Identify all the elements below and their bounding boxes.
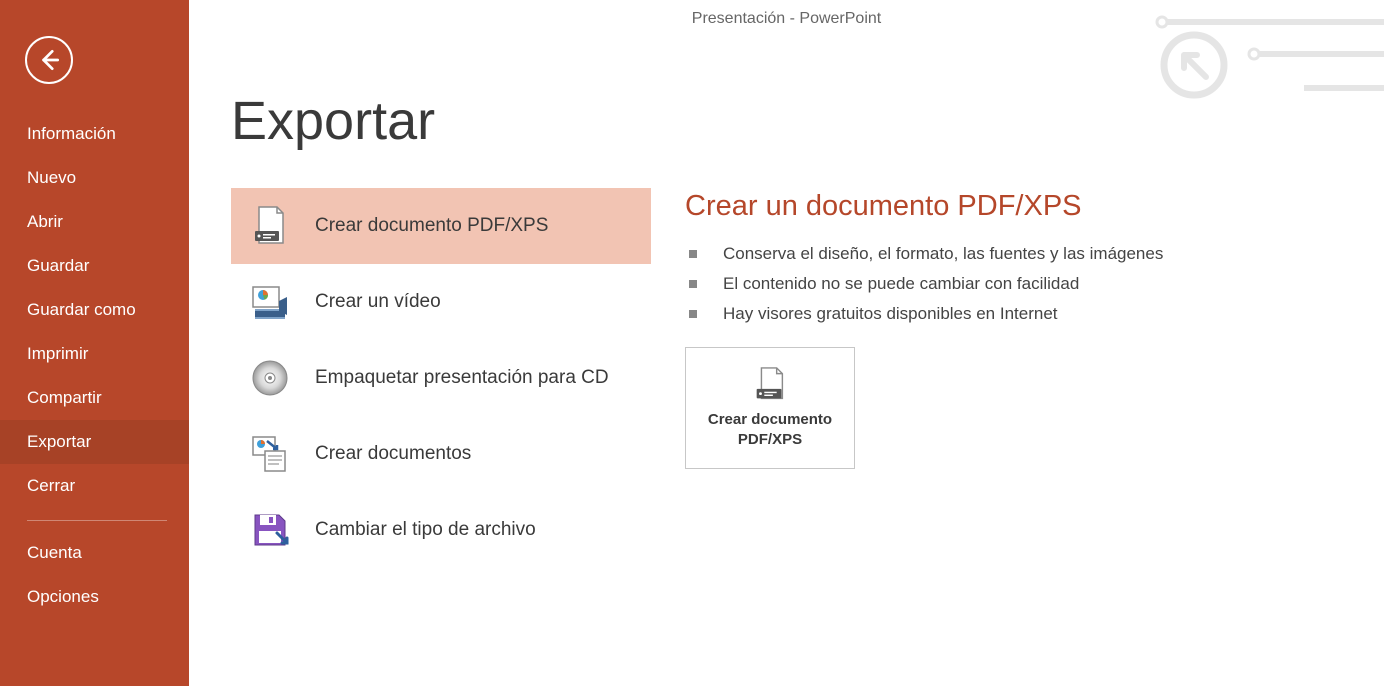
back-button[interactable]: [25, 36, 73, 84]
save-as-icon: [249, 509, 291, 551]
nav-divider: [27, 520, 167, 521]
nav-list: Información Nuevo Abrir Guardar Guardar …: [0, 84, 189, 619]
cd-icon: [249, 357, 291, 399]
backstage-sidebar: Información Nuevo Abrir Guardar Guardar …: [0, 0, 189, 686]
export-options-list: Crear documento PDF/XPS Crear un vídeo: [231, 188, 651, 568]
export-option-label: Cambiar el tipo de archivo: [315, 518, 536, 543]
arrow-left-icon: [36, 47, 62, 73]
export-option-pdf-xps[interactable]: Crear documento PDF/XPS: [231, 188, 651, 264]
nav-item-imprimir[interactable]: Imprimir: [0, 332, 189, 376]
create-pdf-xps-button[interactable]: Crear documento PDF/XPS: [685, 347, 855, 469]
pdf-document-icon: [750, 366, 790, 402]
detail-bullet: Hay visores gratuitos disponibles en Int…: [685, 299, 1364, 329]
main-area: Presentación - PowerPoint Exportar: [189, 0, 1384, 686]
nav-item-cuenta[interactable]: Cuenta: [0, 531, 189, 575]
export-option-handouts[interactable]: Crear documentos: [231, 416, 651, 492]
export-option-label: Crear documento PDF/XPS: [315, 214, 548, 239]
export-option-video[interactable]: Crear un vídeo: [231, 264, 651, 340]
window-title: Presentación - PowerPoint: [692, 10, 881, 27]
detail-pane: Crear un documento PDF/XPS Conserva el d…: [685, 190, 1364, 469]
export-option-label: Crear un vídeo: [315, 290, 441, 315]
detail-heading: Crear un documento PDF/XPS: [685, 190, 1364, 223]
nav-item-compartir[interactable]: Compartir: [0, 376, 189, 420]
nav-item-abrir[interactable]: Abrir: [0, 200, 189, 244]
detail-bullet: Conserva el diseño, el formato, las fuen…: [685, 239, 1364, 269]
nav-item-nuevo[interactable]: Nuevo: [0, 156, 189, 200]
nav-item-informacion[interactable]: Información: [0, 112, 189, 156]
nav-item-opciones[interactable]: Opciones: [0, 575, 189, 619]
video-icon: [249, 281, 291, 323]
pdf-document-icon: [249, 205, 291, 247]
export-option-cd[interactable]: Empaquetar presentación para CD: [231, 340, 651, 416]
export-option-label: Crear documentos: [315, 442, 471, 467]
page-title: Exportar: [231, 90, 435, 152]
detail-bullet-list: Conserva el diseño, el formato, las fuen…: [685, 239, 1364, 329]
handouts-icon: [249, 433, 291, 475]
nav-item-guardar-como[interactable]: Guardar como: [0, 288, 189, 332]
decorative-lines-icon: [1154, 10, 1384, 110]
export-option-label: Empaquetar presentación para CD: [315, 366, 609, 391]
export-option-change-file-type[interactable]: Cambiar el tipo de archivo: [231, 492, 651, 568]
nav-item-guardar[interactable]: Guardar: [0, 244, 189, 288]
detail-bullet: El contenido no se puede cambiar con fac…: [685, 269, 1364, 299]
action-button-label: Crear documento PDF/XPS: [694, 410, 846, 451]
nav-item-exportar[interactable]: Exportar: [0, 420, 189, 464]
nav-item-cerrar[interactable]: Cerrar: [0, 464, 189, 508]
